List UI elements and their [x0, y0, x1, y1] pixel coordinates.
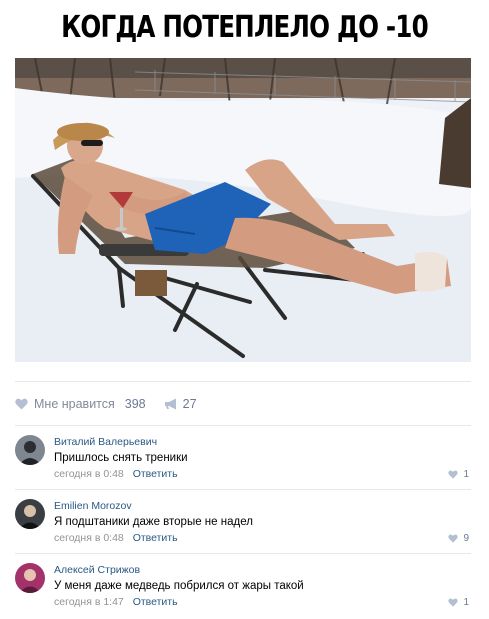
avatar[interactable]: [15, 499, 45, 529]
comment-like-button[interactable]: 1: [448, 597, 469, 608]
avatar[interactable]: [15, 435, 45, 465]
meme-photo[interactable]: [15, 58, 471, 362]
comment-meta: сегодня в 0:48 Ответить: [54, 468, 178, 480]
comment-time[interactable]: сегодня в 0:48: [54, 468, 124, 480]
like-count: 398: [124, 396, 146, 411]
comment-like-count: 9: [463, 533, 469, 544]
meme-title: КОГДА ПОТЕПЛЕЛО ДО -10: [61, 10, 429, 45]
comment-like-count: 1: [463, 469, 469, 480]
heart-icon: [448, 534, 459, 543]
comment-text: Я подштаники даже вторые не надел: [54, 516, 253, 528]
comments-list: Виталий Валерьевич Пришлось снять треник…: [0, 425, 489, 617]
comment-author[interactable]: Emilien Morozov: [54, 500, 132, 512]
comment-like-count: 1: [463, 597, 469, 608]
heart-icon: [448, 598, 459, 607]
comment-author[interactable]: Алексей Стрижов: [54, 564, 140, 576]
avatar[interactable]: [15, 563, 45, 593]
comment-item: Алексей Стрижов У меня даже медведь побр…: [15, 553, 471, 617]
post-actions-bar: Мне нравится 398 27: [15, 381, 471, 425]
comment-meta: сегодня в 0:48 Ответить: [54, 532, 178, 544]
comment-time[interactable]: сегодня в 0:48: [54, 532, 124, 544]
like-label: Мне нравится: [34, 396, 115, 411]
reply-button[interactable]: Ответить: [133, 532, 178, 544]
share-count: 27: [182, 396, 197, 411]
share-button[interactable]: 27: [164, 397, 197, 411]
heart-icon: [448, 470, 459, 479]
comment-text: Пришлось снять треники: [54, 452, 188, 464]
reply-button[interactable]: Ответить: [133, 468, 178, 480]
comment-author[interactable]: Виталий Валерьевич: [54, 436, 157, 448]
comment-like-button[interactable]: 9: [448, 533, 469, 544]
megaphone-icon: [164, 398, 176, 409]
comment-time[interactable]: сегодня в 1:47: [54, 596, 124, 608]
comment-text: У меня даже медведь побрился от жары так…: [54, 580, 304, 592]
reply-button[interactable]: Ответить: [133, 596, 178, 608]
heart-icon: [15, 398, 28, 409]
comment-meta: сегодня в 1:47 Ответить: [54, 596, 178, 608]
man-sunbathing-in-snow-image: [15, 58, 471, 362]
comment-item: Emilien Morozov Я подштаники даже вторые…: [15, 489, 471, 553]
comment-item: Виталий Валерьевич Пришлось снять треник…: [15, 425, 471, 489]
like-button[interactable]: Мне нравится 398: [15, 397, 146, 411]
comment-like-button[interactable]: 1: [448, 469, 469, 480]
